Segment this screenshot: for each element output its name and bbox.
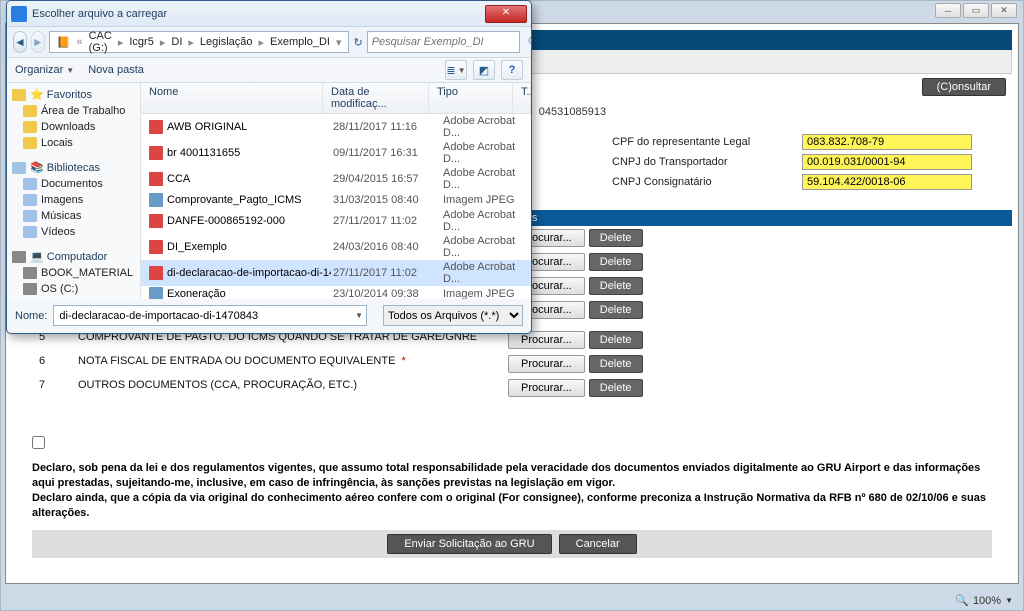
cpf-rep-value[interactable]: 083.832.708-79	[802, 134, 972, 150]
delete-button[interactable]: Delete	[589, 301, 643, 319]
dialog-title: Escolher arquivo a carregar	[32, 8, 167, 20]
cnpj-consig-value[interactable]: 59.104.422/0018-06	[802, 174, 972, 190]
dialog-titlebar[interactable]: Escolher arquivo a carregar ✕	[7, 1, 531, 27]
file-row[interactable]: Comprovante_Pagto_ICMS31/03/2015 08:40Im…	[141, 192, 531, 208]
file-row[interactable]: DI_Exemplo24/03/2016 08:40Adobe Acrobat …	[141, 234, 531, 260]
zoom-icon[interactable]: 🔍	[955, 594, 969, 607]
folder-tree[interactable]: ⭐ FavoritosÁrea de TrabalhoDownloadsLoca…	[7, 83, 141, 299]
preview-pane-button[interactable]: ◩	[473, 60, 495, 80]
breadcrumb[interactable]: 📙«CAC (G:)▸Icgr5▸DI▸Legislação▸Exemplo_D…	[49, 31, 350, 53]
filetype-select[interactable]: Todos os Arquivos (*.*)	[383, 305, 523, 326]
minimize-button[interactable]: ─	[935, 3, 961, 18]
cancel-button[interactable]: Cancelar	[559, 534, 637, 554]
help-button[interactable]: ?	[501, 60, 523, 80]
filename-input[interactable]	[53, 305, 367, 326]
dialog-buttons: Abrir ▾ Cancelar	[7, 332, 531, 334]
dialog-close-button[interactable]: ✕	[485, 5, 527, 23]
awb-value: 04531085913	[539, 106, 606, 118]
delete-button[interactable]: Delete	[589, 277, 643, 295]
cnpj-transp-value[interactable]: 00.019.031/0001-94	[802, 154, 972, 170]
delete-button[interactable]: Delete	[589, 331, 643, 349]
delete-button[interactable]: Delete	[589, 229, 643, 247]
col-size[interactable]: T...	[513, 83, 531, 113]
path-bar: ◄ ► 📙«CAC (G:)▸Icgr5▸DI▸Legislação▸Exemp…	[7, 27, 531, 57]
dialog-toolbar: Organizar▼ Nova pasta ≣▼ ◩ ?	[7, 57, 531, 83]
dialog-footer: Nome: ▼ Todos os Arquivos (*.*)	[7, 299, 531, 332]
zoom-value: 100%	[973, 595, 1001, 607]
new-folder-button[interactable]: Nova pasta	[88, 64, 144, 76]
browse-button[interactable]: Procurar...	[508, 379, 585, 397]
close-button[interactable]: ✕	[991, 3, 1017, 18]
window-controls: ─ ▭ ✕	[935, 3, 1017, 18]
col-name[interactable]: Nome	[141, 83, 323, 113]
file-open-dialog: Escolher arquivo a carregar ✕ ◄ ► 📙«CAC …	[6, 0, 532, 334]
nav-fwd-button[interactable]: ►	[31, 31, 45, 53]
refresh-icon[interactable]: ↻	[353, 36, 362, 49]
search-icon[interactable]: 🔍	[524, 36, 532, 49]
file-row[interactable]: br 400113165509/11/2017 16:31Adobe Acrob…	[141, 140, 531, 166]
nav-back-button[interactable]: ◄	[13, 31, 27, 53]
col-date[interactable]: Data de modificaç...	[323, 83, 429, 113]
maximize-button[interactable]: ▭	[963, 3, 989, 18]
delete-button[interactable]: Delete	[589, 355, 643, 373]
file-row[interactable]: Exoneração23/10/2014 09:38Imagem JPEG	[141, 286, 531, 299]
organize-menu[interactable]: Organizar	[15, 64, 63, 76]
send-button[interactable]: Enviar Solicitação ao GRU	[387, 534, 551, 554]
col-type[interactable]: Tipo	[429, 83, 513, 113]
consult-button[interactable]: (C)onsultar	[922, 78, 1006, 96]
status-bar: 🔍 100% ▼	[955, 594, 1013, 607]
file-list: Nome Data de modificaç... Tipo T... AWB …	[141, 83, 531, 299]
filename-label: Nome:	[15, 310, 47, 322]
file-row[interactable]: di-declaracao-de-importacao-di-147084327…	[141, 260, 531, 286]
file-row[interactable]: DANFE-000865192-00027/11/2017 11:02Adobe…	[141, 208, 531, 234]
view-mode-button[interactable]: ≣▼	[445, 60, 467, 80]
file-row[interactable]: CCA29/04/2015 16:57Adobe Acrobat D...	[141, 166, 531, 192]
zoom-dropdown-icon[interactable]: ▼	[1005, 596, 1013, 605]
delete-button[interactable]: Delete	[589, 379, 643, 397]
cnpj-consig-label: CNPJ Consignatário	[612, 176, 802, 188]
ie-icon	[11, 6, 27, 22]
file-row[interactable]: AWB ORIGINAL28/11/2017 11:16Adobe Acroba…	[141, 114, 531, 140]
file-list-header[interactable]: Nome Data de modificaç... Tipo T...	[141, 83, 531, 114]
footer-buttons: Enviar Solicitação ao GRU Cancelar	[32, 530, 992, 558]
cnpj-transp-label: CNPJ do Transportador	[612, 156, 802, 168]
browse-button[interactable]: Procurar...	[508, 355, 585, 373]
filename-dropdown-icon[interactable]: ▼	[355, 311, 363, 320]
cpf-rep-label: CPF do representante Legal	[612, 136, 802, 148]
declaration-text: Declaro, sob pena da lei e dos regulamen…	[12, 455, 1012, 526]
delete-button[interactable]: Delete	[589, 253, 643, 271]
search-input[interactable]	[367, 31, 520, 53]
declaration-checkbox[interactable]	[32, 436, 45, 449]
